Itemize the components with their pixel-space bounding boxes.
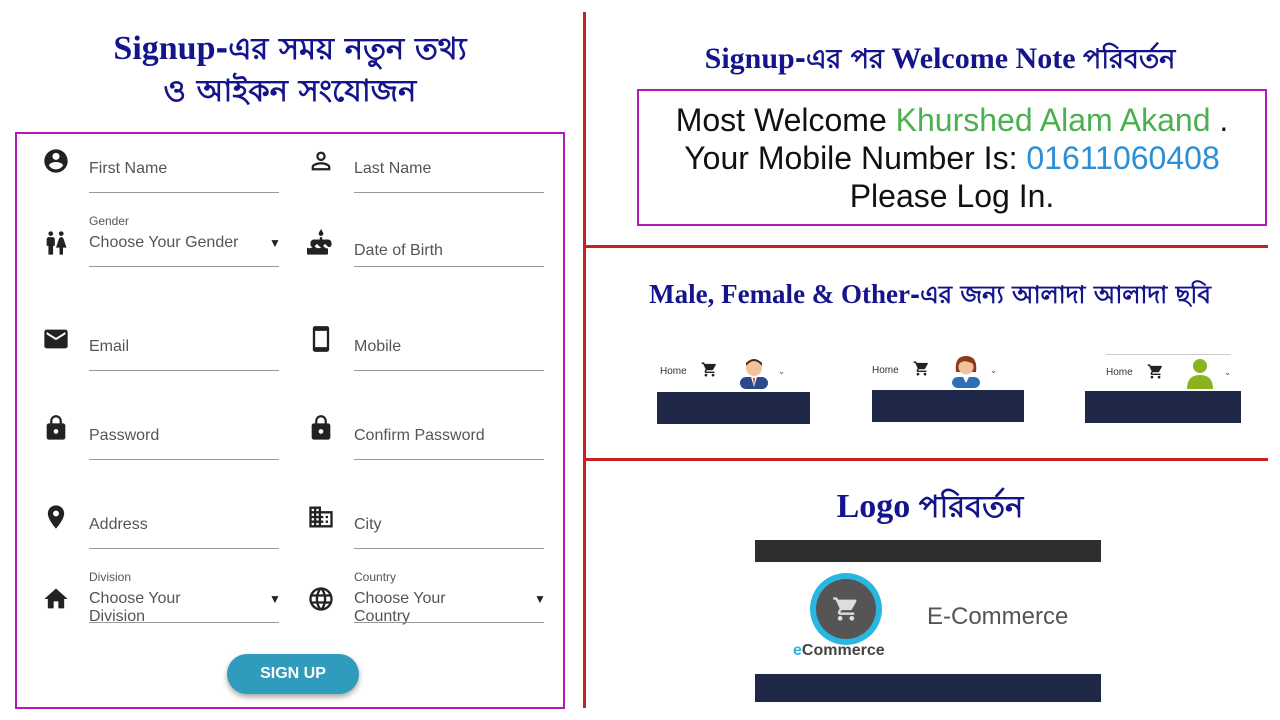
wc-icon [41, 228, 71, 258]
home-link[interactable]: Home [872, 365, 899, 376]
confirm-password-placeholder: Confirm Password [354, 427, 485, 444]
gender-section-title: Male, Female & Other-এর জন্য আলাদা আলাদা… [600, 279, 1260, 310]
welcome-line-3: Please Log In. [849, 178, 1055, 214]
title-en: Male, Female & Other [649, 279, 911, 309]
first-name-placeholder: First Name [89, 160, 168, 177]
title-bn: পরিবর্তন [918, 490, 1024, 525]
mobile-number: 01611060408 [1026, 140, 1220, 176]
location-pin-icon [41, 502, 71, 532]
navbar-strip-female [872, 390, 1024, 422]
country-placeholder: Choose Your Country [354, 590, 446, 625]
first-name-field[interactable]: First Name [41, 140, 279, 200]
navbar-male: Home ⌄ [660, 353, 786, 389]
mobile-label: Your Mobile Number Is: [684, 140, 1018, 176]
vertical-divider [583, 12, 586, 708]
logo-wordmark-rest: Commerce [801, 642, 885, 659]
welcome-line-2: Your Mobile Number Is: 01611060408 [639, 139, 1265, 177]
gender-select[interactable]: Gender Choose Your Gender ▼ [41, 214, 281, 274]
address-placeholder: Address [89, 516, 148, 533]
mail-icon [41, 324, 71, 354]
signup-form: First Name Last Name Gender Choose Your … [15, 132, 565, 709]
cart-icon[interactable] [701, 361, 718, 381]
chevron-down-icon[interactable]: ⌄ [1224, 367, 1232, 378]
title-bn: -এর জন্য আলাদা আলাদা ছবি [910, 280, 1211, 309]
title-en-2: Welcome Note [891, 42, 1076, 75]
title-en: Logo [836, 488, 911, 525]
chevron-down-icon: ▼ [269, 592, 281, 606]
shopping-cart-logo-icon[interactable] [816, 579, 876, 639]
title-bn-line2: ও আইকন সংযোজন [163, 74, 417, 110]
cart-icon[interactable] [1147, 363, 1164, 383]
last-name-placeholder: Last Name [354, 160, 432, 177]
logo-preview: eCommerce E-Commerce [755, 540, 1101, 702]
globe-icon [306, 584, 336, 614]
mobile-placeholder: Mobile [354, 338, 402, 355]
dob-placeholder: Date of Birth [354, 242, 443, 259]
email-field[interactable]: Email [41, 318, 279, 378]
title-en: Signup [113, 30, 216, 67]
mobile-field[interactable]: Mobile [306, 318, 544, 378]
welcome-section-title: Signup-এর পর Welcome Note পরিবর্তন [600, 42, 1280, 75]
cart-icon[interactable] [913, 360, 930, 380]
logo-wordmark: eCommerce [793, 642, 885, 660]
navbar-other: Home ⌄ [1106, 354, 1232, 391]
user-name: Khurshed Alam Akand [895, 102, 1211, 138]
signup-section-title: Signup-এর সময় নতুন তথ্য ও আইকন সংযোজন [40, 30, 540, 109]
division-label: Division [89, 570, 132, 584]
address-field[interactable]: Address [41, 496, 279, 556]
chevron-down-icon: ▼ [269, 236, 281, 250]
welcome-note: Most Welcome Khurshed Alam Akand . Your … [637, 89, 1267, 226]
country-select[interactable]: Country Choose Your Country ▼ [306, 570, 546, 630]
person-outline-icon [306, 146, 336, 176]
division-placeholder: Choose Your Division [89, 590, 181, 625]
other-avatar-icon[interactable] [1182, 355, 1218, 391]
welcome-line-1: Most Welcome Khurshed Alam Akand . [639, 101, 1265, 139]
email-placeholder: Email [89, 338, 130, 355]
title-bn: -এর পর [794, 44, 884, 75]
title-bn-2: পরিবর্তন [1083, 44, 1176, 75]
navbar-strip-male [657, 392, 810, 424]
password-field[interactable]: Password [41, 407, 279, 467]
title-en: Signup [704, 42, 795, 75]
confirm-password-field[interactable]: Confirm Password [306, 407, 544, 467]
gender-label: Gender [89, 214, 130, 228]
city-field[interactable]: City [306, 496, 544, 556]
home-link[interactable]: Home [1106, 367, 1133, 378]
logo-wordmark-e: e [793, 642, 802, 659]
dob-field[interactable]: Date of Birth [306, 214, 544, 274]
header-strip [755, 540, 1101, 562]
lock-icon [41, 413, 71, 443]
logo-section-title: Logo পরিবর্তন [600, 488, 1260, 525]
female-avatar-icon[interactable] [948, 352, 984, 388]
account-circle-icon [41, 146, 71, 176]
chevron-down-icon: ▼ [534, 592, 546, 606]
last-name-field[interactable]: Last Name [306, 140, 544, 200]
sign-up-button[interactable]: SIGN UP [227, 654, 359, 694]
male-avatar-icon[interactable] [736, 353, 772, 389]
city-placeholder: City [354, 516, 382, 533]
gender-placeholder: Choose Your Gender [89, 234, 239, 251]
period: . [1219, 102, 1229, 138]
horizontal-divider-2 [586, 458, 1268, 461]
horizontal-divider-1 [586, 245, 1268, 248]
password-placeholder: Password [89, 427, 160, 444]
lock-icon [306, 413, 336, 443]
chevron-down-icon[interactable]: ⌄ [778, 366, 786, 377]
building-icon [306, 502, 336, 532]
smartphone-icon [306, 324, 336, 354]
title-bn: -এর সময় নতুন তথ্য [215, 32, 467, 67]
nav-strip [755, 674, 1101, 702]
brand-name: E-Commerce [927, 603, 1069, 630]
country-label: Country [354, 570, 397, 584]
home-link[interactable]: Home [660, 366, 687, 377]
navbar-female: Home ⌄ [872, 352, 998, 388]
division-select[interactable]: Division Choose Your Division ▼ [41, 570, 281, 630]
chevron-down-icon[interactable]: ⌄ [990, 365, 998, 376]
welcome-text: Most Welcome [675, 102, 887, 138]
navbar-strip-other [1085, 391, 1241, 423]
cake-icon [306, 228, 336, 258]
home-icon [41, 584, 71, 614]
